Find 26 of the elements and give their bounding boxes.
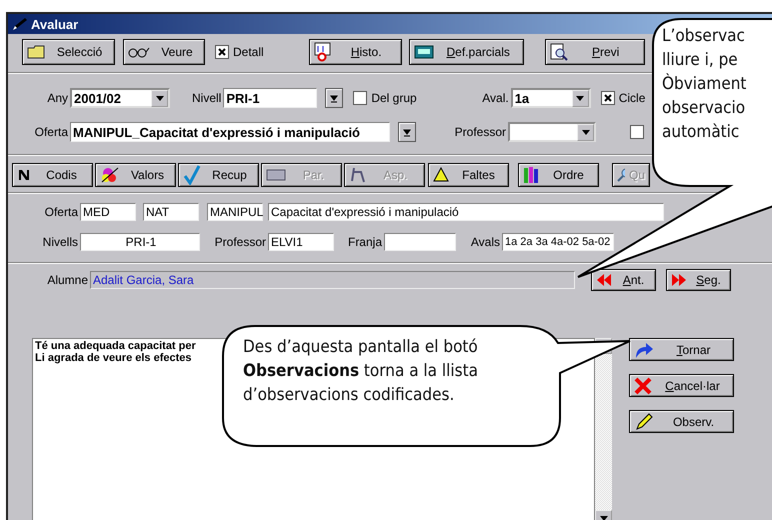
callout-text: observacio: [662, 97, 746, 120]
field-label: Any: [46, 91, 68, 105]
field-label: Professor: [214, 235, 266, 249]
callout-text: Des d’aquesta pantalla el botó: [243, 336, 478, 359]
field-label: Nivell: [192, 91, 222, 105]
field-label: Avals: [470, 235, 500, 249]
field-label: Alumne: [46, 273, 88, 287]
window-title: Avaluar: [31, 16, 78, 32]
callout-text: lliure i, pe: [662, 49, 738, 72]
observation-text: Li agrada de veure els efectes: [35, 352, 192, 364]
checkbox-label: Del grup: [371, 91, 417, 105]
callout-text: d’observacions codificades.: [243, 384, 454, 407]
field-label: Professor: [454, 125, 506, 139]
field-label: Franja: [346, 235, 382, 249]
callout-text: automàtic: [662, 121, 740, 144]
callout-text: Observacions torna a la llista: [243, 360, 478, 383]
field-label: Aval.: [481, 91, 509, 105]
checkbox-label: Detall: [233, 45, 264, 59]
checkbox-label: Cicle: [618, 91, 646, 105]
callout-text: Òbviament: [662, 72, 746, 96]
observation-text: Té una adequada capacitat per: [35, 340, 196, 352]
callout-text: L’observac: [662, 25, 745, 48]
field-label: Oferta: [44, 205, 78, 219]
field-label: Oferta: [34, 125, 68, 139]
field-label: Nivells: [42, 235, 78, 249]
student-field: Adalit Garcia, Sara: [90, 271, 575, 289]
